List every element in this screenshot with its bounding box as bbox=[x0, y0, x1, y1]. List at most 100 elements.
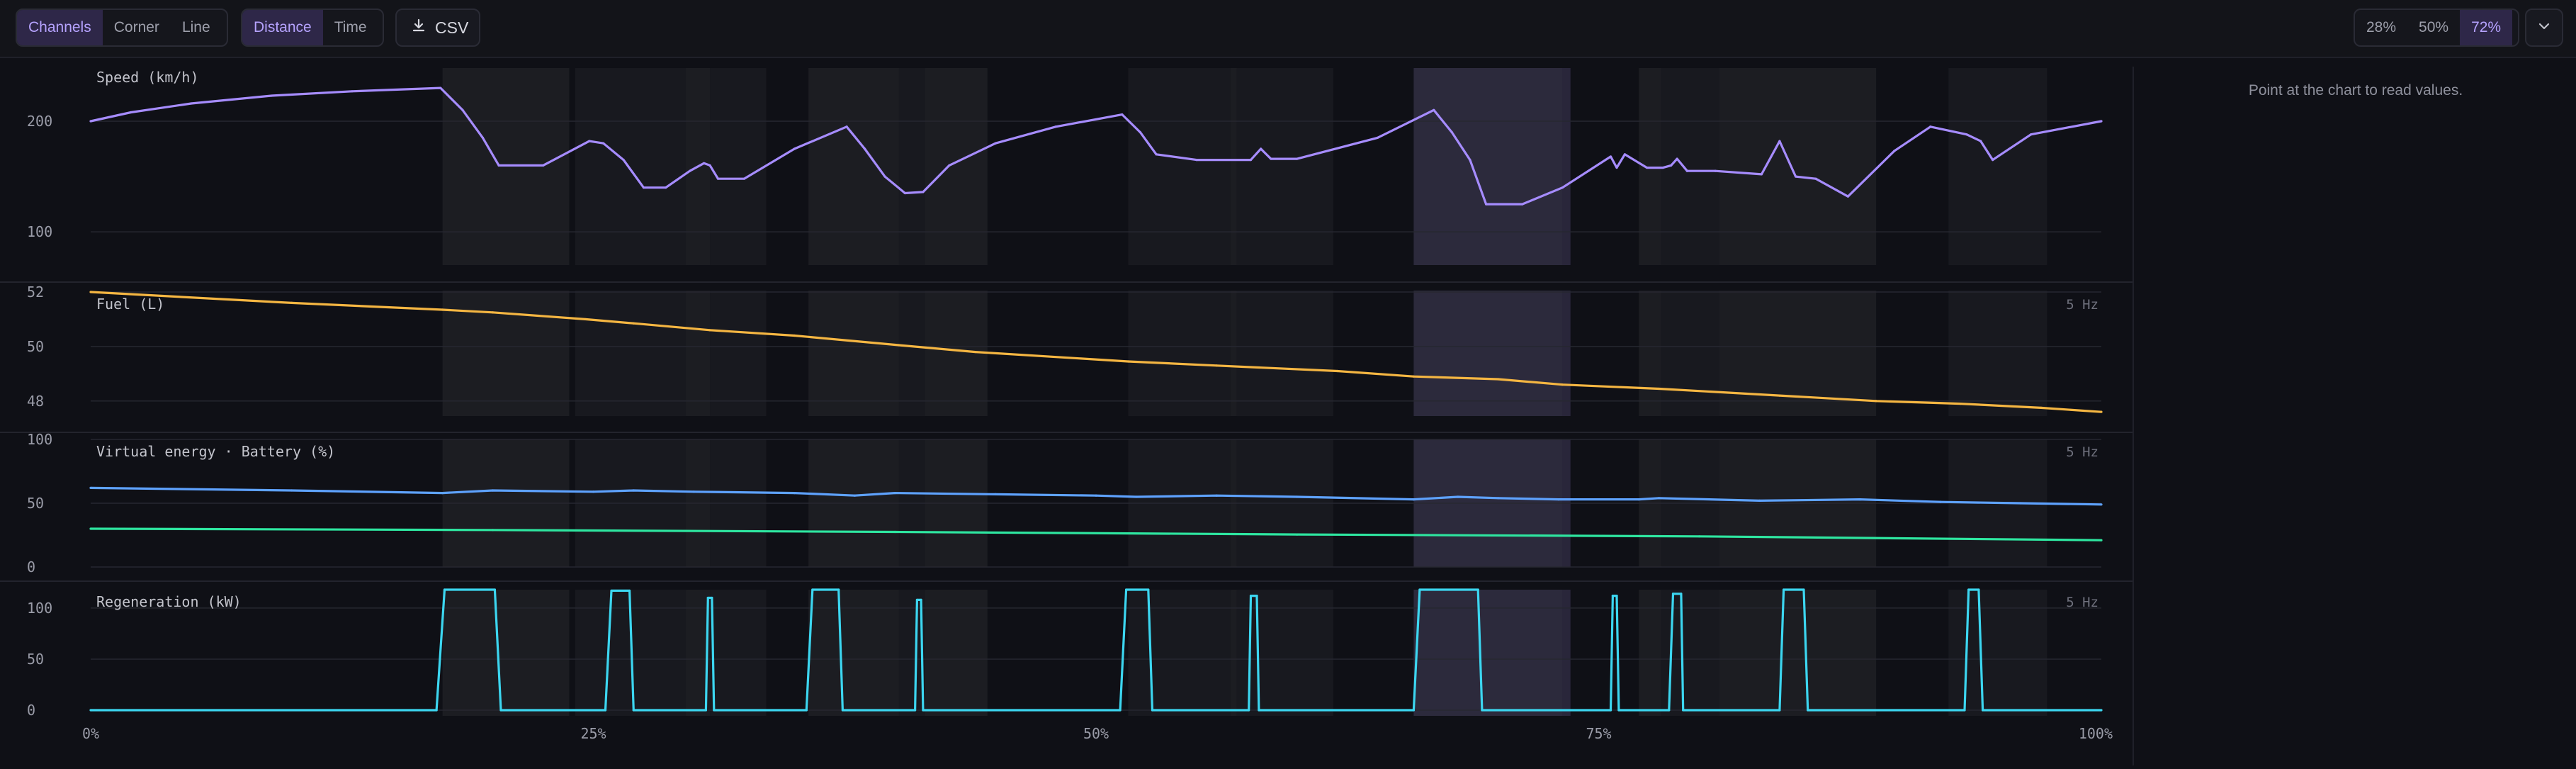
regen-data-point bbox=[1249, 595, 1253, 597]
y-tick-label: 100 bbox=[27, 600, 52, 617]
telemetry-chart-svg[interactable]: 200 100 Speed (km/h) 52 50 48 Fuel (L) 5 Hz 100 5… bbox=[0, 58, 2132, 765]
selected-corner-zone[interactable] bbox=[1413, 590, 1571, 716]
corner-zone[interactable] bbox=[1231, 590, 1237, 716]
regen-data-point bbox=[435, 709, 438, 712]
zoom-28[interactable]: 28% bbox=[2355, 10, 2407, 45]
corner-zone[interactable] bbox=[686, 291, 711, 416]
corner-zone[interactable] bbox=[442, 590, 570, 716]
corner-zone[interactable] bbox=[710, 291, 767, 416]
axis-mode-time[interactable]: Time bbox=[323, 10, 378, 45]
toolbar: Channels Corner Line Distance Time CSV 2… bbox=[0, 0, 2576, 58]
battery-data-point bbox=[290, 489, 293, 492]
fuel-data-point bbox=[974, 350, 977, 354]
corner-zone[interactable] bbox=[710, 68, 767, 265]
regen-data-point bbox=[922, 709, 925, 712]
view-mode-line[interactable]: Line bbox=[171, 10, 222, 45]
corner-zone[interactable] bbox=[898, 291, 925, 416]
regen-data-point bbox=[811, 588, 814, 591]
corner-zone[interactable] bbox=[442, 291, 570, 416]
corner-zone[interactable] bbox=[575, 68, 687, 265]
view-mode-channels[interactable]: Channels bbox=[17, 10, 103, 45]
speed-data-point bbox=[665, 186, 667, 189]
regen-data-point bbox=[1778, 709, 1781, 712]
corner-zone[interactable] bbox=[1948, 590, 2047, 716]
export-csv-label: CSV bbox=[435, 18, 469, 37]
speed-data-point bbox=[716, 177, 720, 180]
regen-data-point bbox=[915, 598, 919, 602]
more-options-button[interactable] bbox=[2525, 9, 2563, 47]
fuel-data-point bbox=[708, 329, 711, 332]
corner-zone[interactable] bbox=[1231, 68, 1237, 265]
corner-zone[interactable] bbox=[1719, 68, 1877, 265]
speed-data-point bbox=[1676, 157, 1678, 160]
fuel-data-point bbox=[1497, 378, 1500, 381]
battery-data-point bbox=[1858, 498, 1862, 501]
corner-zone[interactable] bbox=[1128, 68, 1231, 265]
battery-data-point bbox=[1215, 494, 1218, 497]
battery-data-point bbox=[1658, 497, 1661, 500]
regen-data-point bbox=[1682, 709, 1685, 712]
battery-data-point bbox=[692, 490, 696, 493]
speed-data-point bbox=[1609, 155, 1612, 158]
corner-zone[interactable] bbox=[925, 291, 988, 416]
speed-data-point bbox=[351, 90, 354, 93]
regen-data-point bbox=[1418, 588, 1421, 591]
speed-data-point bbox=[1661, 166, 1664, 169]
corner-zone[interactable] bbox=[1639, 590, 1661, 716]
view-mode-corner[interactable]: Corner bbox=[103, 10, 171, 45]
view-mode-switch: Channels Corner Line bbox=[16, 9, 228, 47]
corner-zone[interactable] bbox=[808, 291, 899, 416]
x-tick-label: 75% bbox=[1586, 725, 1611, 742]
fuel-data-point bbox=[1959, 403, 1962, 405]
speed-data-point bbox=[1561, 186, 1564, 189]
export-csv-button[interactable]: CSV bbox=[395, 9, 480, 47]
corner-zone[interactable] bbox=[575, 291, 687, 416]
regen-data-point bbox=[1255, 595, 1258, 597]
fuel-data-point bbox=[584, 318, 587, 321]
telemetry-chart[interactable]: 200 100 Speed (km/h) 52 50 48 Fuel (L) 5 Hz 100 5… bbox=[0, 58, 2132, 765]
axis-mode-distance[interactable]: Distance bbox=[242, 10, 323, 45]
speed-data-point bbox=[689, 169, 691, 172]
fuel-data-point bbox=[441, 308, 444, 311]
corner-zone[interactable] bbox=[1236, 291, 1333, 416]
speed-data-point bbox=[1760, 173, 1763, 176]
selected-corner-zone[interactable] bbox=[1413, 68, 1571, 265]
corner-zone[interactable] bbox=[808, 590, 899, 716]
panel-label: Speed (km/h) bbox=[96, 69, 199, 86]
regen-data-point bbox=[1476, 588, 1479, 591]
corner-zone[interactable] bbox=[808, 68, 899, 265]
regen-data-point bbox=[1668, 709, 1671, 712]
chevron-down-icon bbox=[2536, 18, 2552, 38]
selected-corner-zone[interactable] bbox=[1413, 291, 1571, 416]
corner-zone[interactable] bbox=[898, 68, 925, 265]
corner-zone[interactable] bbox=[1639, 291, 1661, 416]
corner-zone[interactable] bbox=[1128, 590, 1231, 716]
corner-zone[interactable] bbox=[925, 68, 988, 265]
corner-zone[interactable] bbox=[1948, 68, 2047, 265]
corner-zone[interactable] bbox=[1661, 291, 1719, 416]
corner-zone[interactable] bbox=[1719, 590, 1877, 716]
speed-data-point bbox=[89, 120, 92, 123]
corner-zone[interactable] bbox=[1231, 291, 1237, 416]
regen-data-point bbox=[2100, 709, 2103, 712]
regen-data-point bbox=[610, 589, 613, 593]
zoom-50[interactable]: 50% bbox=[2407, 10, 2460, 45]
battery-data-point bbox=[1497, 497, 1500, 500]
speed-data-point bbox=[1270, 157, 1272, 160]
y-tick-label: 0 bbox=[27, 702, 35, 719]
corner-zone[interactable] bbox=[710, 590, 767, 716]
virtual_energy-data-point bbox=[1697, 535, 1700, 538]
zoom-72[interactable]: 72% bbox=[2460, 10, 2513, 45]
corner-zone[interactable] bbox=[1128, 291, 1231, 416]
fuel-data-point bbox=[89, 291, 92, 293]
regen-data-point bbox=[837, 588, 840, 591]
battery-data-point bbox=[893, 492, 896, 495]
corner-zone[interactable] bbox=[1948, 291, 2047, 416]
battery-data-point bbox=[2100, 503, 2103, 506]
speed-data-point bbox=[742, 177, 745, 180]
corner-zone[interactable] bbox=[1236, 68, 1333, 265]
corner-zone[interactable] bbox=[925, 590, 988, 716]
speed-data-point bbox=[1260, 147, 1262, 150]
y-tick-label: 100 bbox=[27, 223, 52, 240]
sample-rate-label: 5 Hz bbox=[2066, 595, 2098, 610]
